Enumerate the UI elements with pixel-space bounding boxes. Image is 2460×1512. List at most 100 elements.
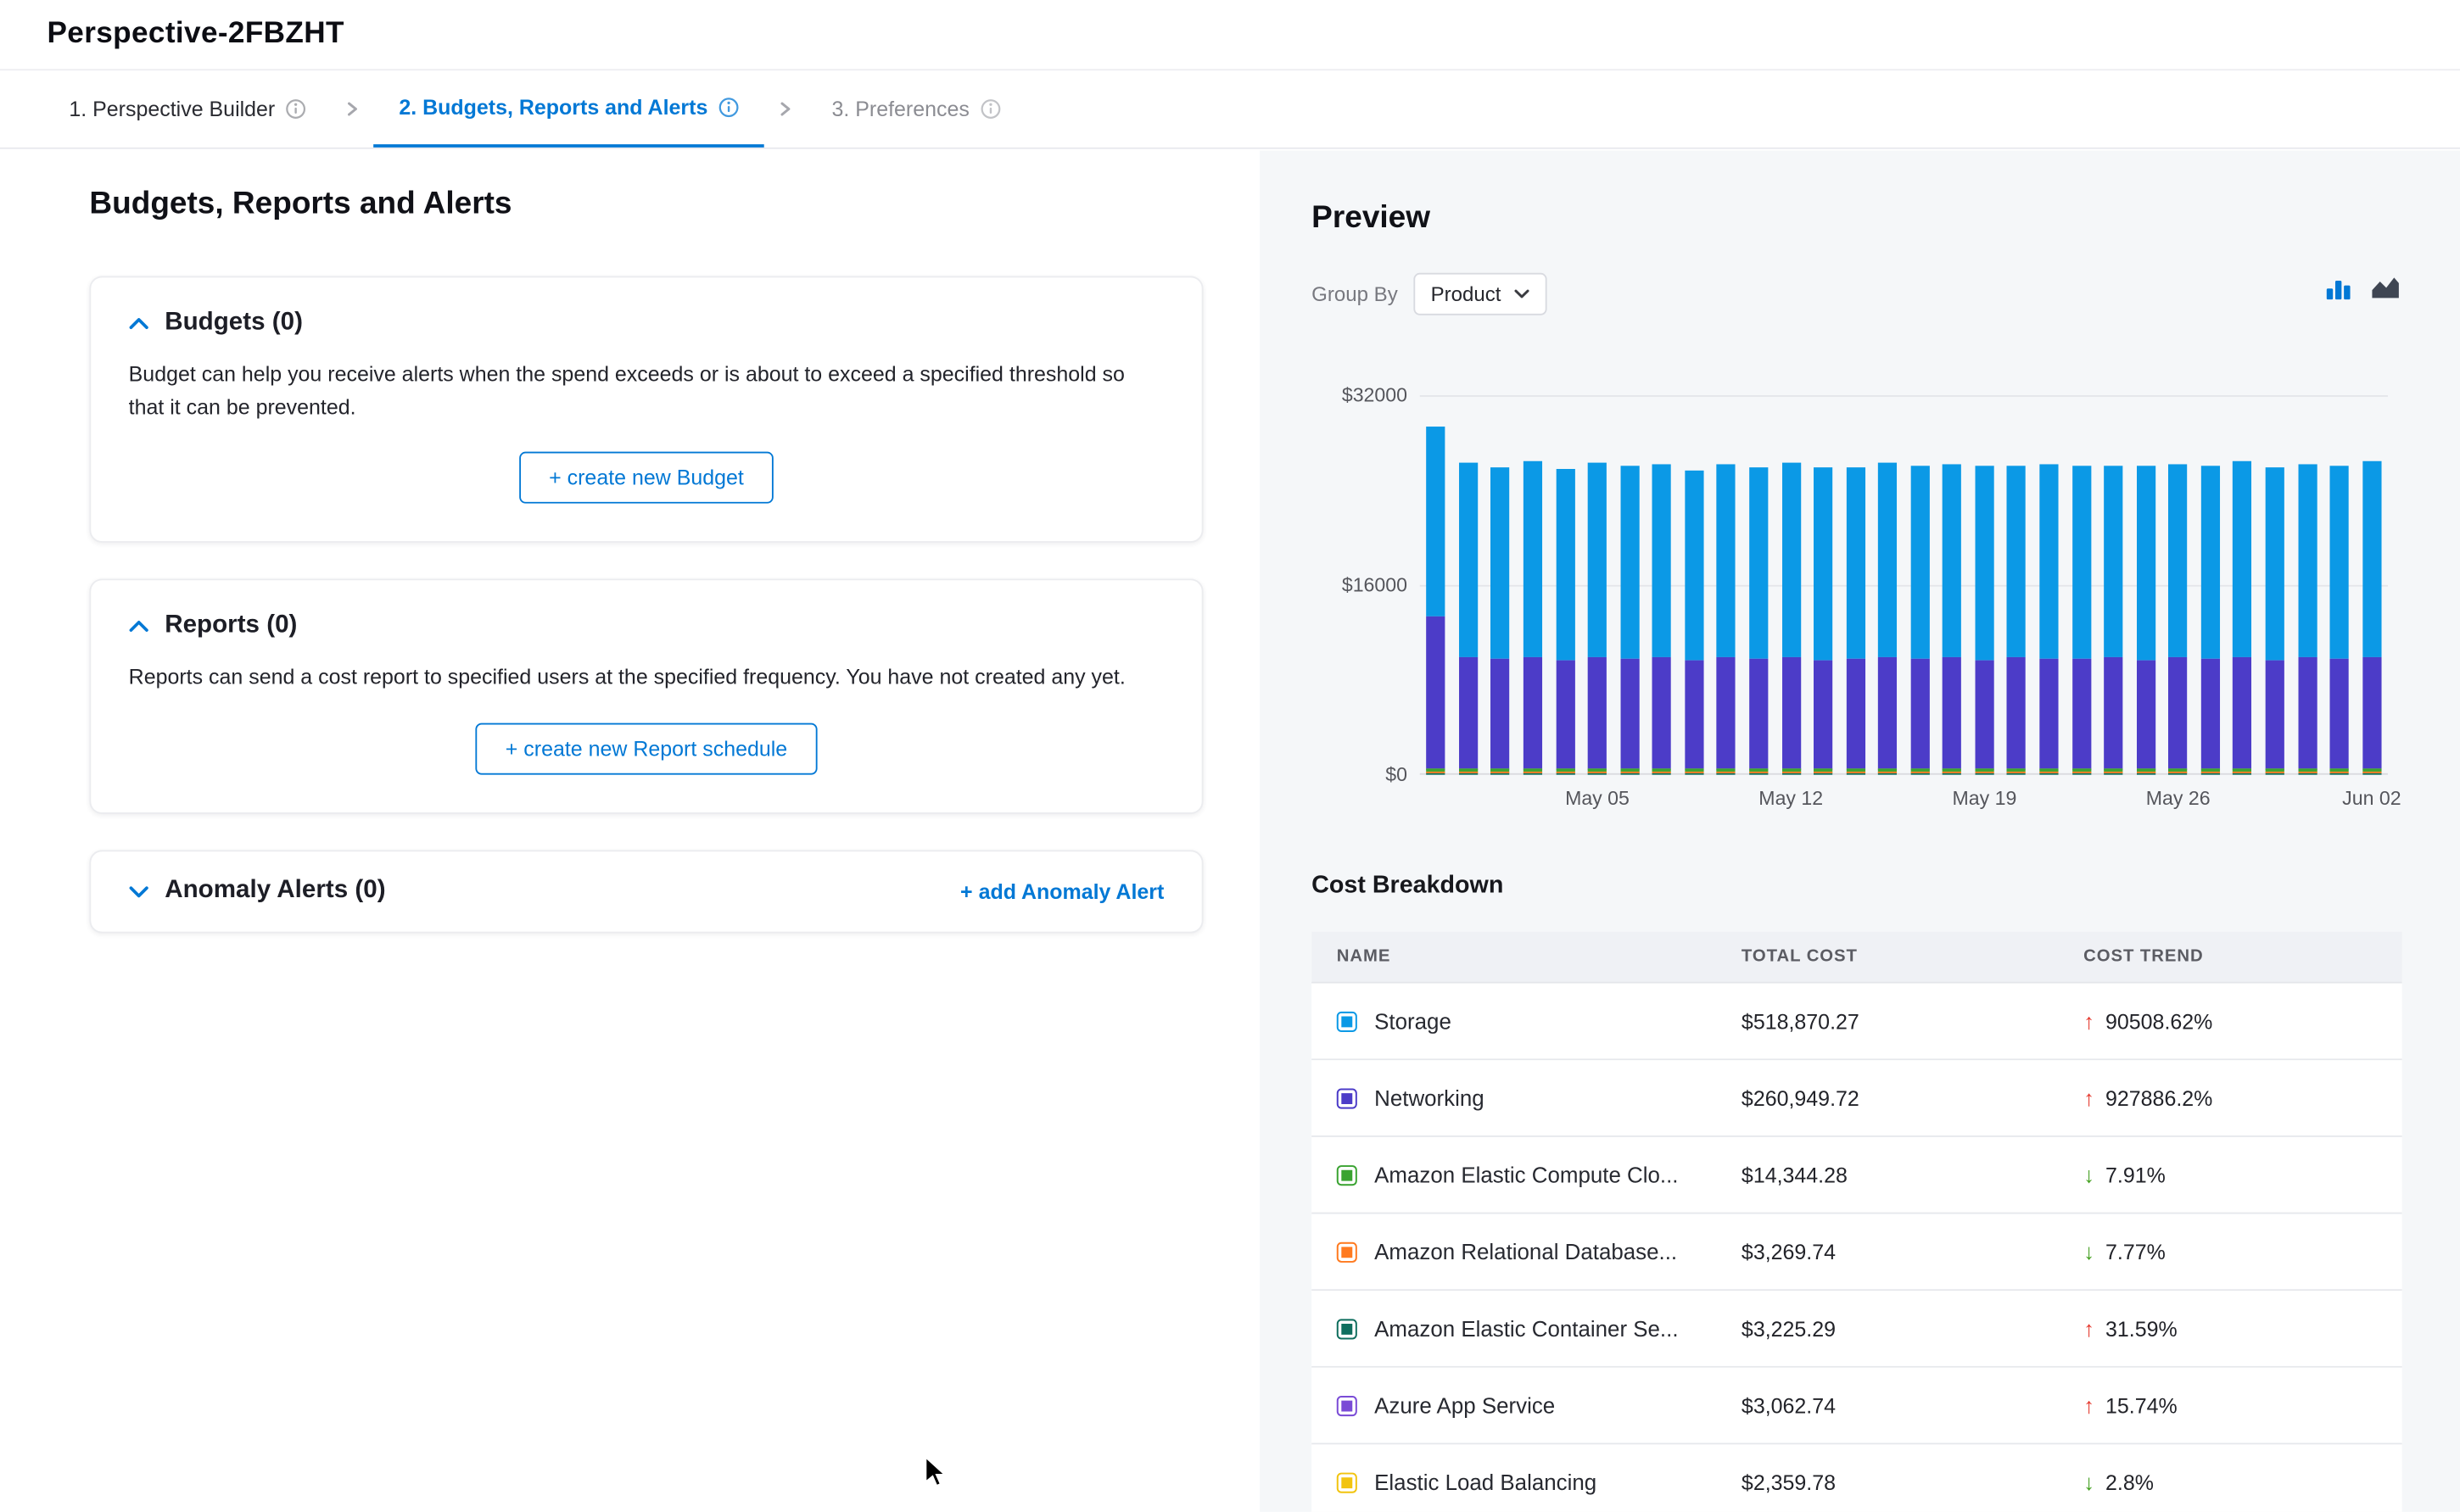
row-trend-value: 90508.62% <box>2105 1009 2212 1033</box>
tab-preferences[interactable]: 3. Preferences <box>807 70 1026 148</box>
create-report-schedule-button[interactable]: + create new Report schedule <box>476 723 818 774</box>
chart-bar-segment <box>1943 773 1961 774</box>
group-by-label: Group By <box>1311 282 1398 306</box>
info-icon[interactable] <box>286 99 306 120</box>
preview-panel: Preview Group By Product <box>1260 151 2460 1512</box>
chart-bar <box>1878 463 1897 775</box>
chart-bar-segment <box>1717 464 1736 658</box>
row-name: Storage <box>1374 1008 1451 1034</box>
row-total-cost: $3,225.29 <box>1742 1317 2083 1341</box>
chart-bar-segment <box>2137 773 2155 774</box>
chart-bar-segment <box>1491 467 1510 660</box>
chart-bar <box>1427 427 1445 775</box>
chart-bar-segment <box>1814 773 1832 774</box>
row-total-cost: $518,870.27 <box>1742 1009 2083 1033</box>
chart-bar-segment <box>1717 658 1736 768</box>
tab-budgets-reports-alerts[interactable]: 2. Budgets, Reports and Alerts <box>374 70 764 148</box>
bar-chart-icon[interactable] <box>2325 276 2351 300</box>
column-header-cost-trend: COST TREND <box>2083 947 2401 966</box>
chart-bar-segment <box>1588 463 1607 658</box>
chart-bar-segment <box>1524 773 1542 774</box>
chart-bar-segment <box>1943 656 1961 767</box>
breakdown-table-body: Storage$518,870.27↑90508.62%Networking$2… <box>1311 984 2401 1512</box>
mouse-cursor <box>924 1455 948 1496</box>
add-anomaly-alert-link[interactable]: + add Anomaly Alert <box>960 879 1164 903</box>
chart-bar <box>1524 460 1542 774</box>
chart-bar-segment <box>2007 658 2026 768</box>
chart-bar-segment <box>2234 773 2252 774</box>
chart-plot <box>1420 395 2388 775</box>
table-row[interactable]: Amazon Elastic Compute Clo...$14,344.28↓… <box>1311 1137 2401 1214</box>
row-name: Amazon Elastic Compute Clo... <box>1374 1162 1678 1187</box>
table-row[interactable]: Amazon Relational Database...$3,269.74↓7… <box>1311 1214 2401 1292</box>
series-color-swatch <box>1337 1011 1357 1031</box>
chart-bar-segment <box>1910 659 1929 768</box>
row-trend-value: 927886.2% <box>2105 1086 2212 1110</box>
chart-bar <box>1717 464 1736 775</box>
chart-bar-segment <box>1975 773 1993 774</box>
series-color-swatch <box>1337 1472 1357 1492</box>
table-row[interactable]: Amazon Elastic Container Se...$3,225.29↑… <box>1311 1291 2401 1368</box>
chart-bar-segment <box>2234 656 2252 767</box>
section-heading: Budgets, Reports and Alerts <box>89 187 1255 223</box>
chart-bar-segment <box>1878 658 1897 768</box>
trend-up-icon: ↑ <box>2083 1392 2094 1418</box>
chart-bar-segment <box>1588 773 1607 774</box>
chart-bar-segment <box>2104 466 2122 657</box>
chevron-up-icon[interactable] <box>129 619 149 633</box>
chart-bar-segment <box>2169 465 2188 658</box>
chart-bar <box>2169 465 2188 775</box>
chart-bar-segment <box>1910 773 1929 774</box>
breakdown-table-header: NAME TOTAL COST COST TREND <box>1311 932 2401 984</box>
row-trend-value: 2.8% <box>2105 1470 2154 1494</box>
chart-bar <box>1749 467 1768 774</box>
info-icon[interactable] <box>981 99 1001 120</box>
trend-down-icon: ↓ <box>2083 1162 2094 1187</box>
app-header: Perspective-2FBZHT <box>0 0 2460 70</box>
chart-bar-segment <box>2266 773 2284 774</box>
row-total-cost: $3,062.74 <box>1742 1393 2083 1417</box>
chart-bar-segment <box>2330 659 2349 768</box>
chart-bar-segment <box>1652 465 1671 657</box>
chart-bar <box>1491 467 1510 775</box>
chart-bar-segment <box>2266 468 2284 660</box>
series-color-swatch <box>1337 1164 1357 1185</box>
series-color-swatch <box>1337 1318 1357 1338</box>
table-row[interactable]: Azure App Service$3,062.74↑15.74% <box>1311 1368 2401 1445</box>
chart-bar-segment <box>2234 461 2252 656</box>
chevron-up-icon[interactable] <box>129 316 149 331</box>
area-chart-icon[interactable] <box>2371 276 2401 300</box>
chart-bar <box>1588 463 1607 775</box>
tab-perspective-builder[interactable]: 1. Perspective Builder <box>44 70 332 148</box>
table-row[interactable]: Networking$260,949.72↑927886.2% <box>1311 1060 2401 1137</box>
chart-bar-segment <box>2039 773 2058 774</box>
chart-bar-segment <box>2071 773 2090 774</box>
y-axis-label: $0 <box>1385 764 1407 786</box>
chart-bar-segment <box>2169 658 2188 768</box>
chart-bar-segment <box>1749 467 1768 659</box>
create-budget-button[interactable]: + create new Budget <box>519 452 774 504</box>
row-name: Elastic Load Balancing <box>1374 1470 1596 1495</box>
chart-bar-segment <box>2104 657 2122 768</box>
info-icon[interactable] <box>718 98 739 118</box>
chart-bar-segment <box>2007 773 2026 774</box>
table-row[interactable]: Elastic Load Balancing$2,359.78↓2.8% <box>1311 1444 2401 1512</box>
chart-bar <box>1652 465 1671 775</box>
chart-bar-segment <box>2071 659 2090 768</box>
row-trend-value: 7.77% <box>2105 1240 2166 1264</box>
budgets-card-title: Budgets (0) <box>165 309 303 337</box>
chart-bar <box>2104 466 2122 775</box>
chevron-right-icon <box>777 70 794 148</box>
chart-bar <box>1781 463 1800 775</box>
chart-bar-segment <box>1685 471 1703 659</box>
chart-bar-segment <box>1781 463 1800 657</box>
chart-bar-segment <box>1975 465 1993 659</box>
trend-up-icon: ↑ <box>2083 1008 2094 1034</box>
breakdown-title: Cost Breakdown <box>1311 872 1503 900</box>
chart-bar-segment <box>2201 466 2220 659</box>
chevron-down-icon[interactable] <box>129 884 149 898</box>
table-row[interactable]: Storage $518,870.27↑ 90508.62% <box>1311 984 2401 1061</box>
group-by-select[interactable]: Product <box>1413 273 1546 315</box>
tab-label: 1. Perspective Builder <box>69 98 275 121</box>
chart-bar <box>1975 465 1993 774</box>
